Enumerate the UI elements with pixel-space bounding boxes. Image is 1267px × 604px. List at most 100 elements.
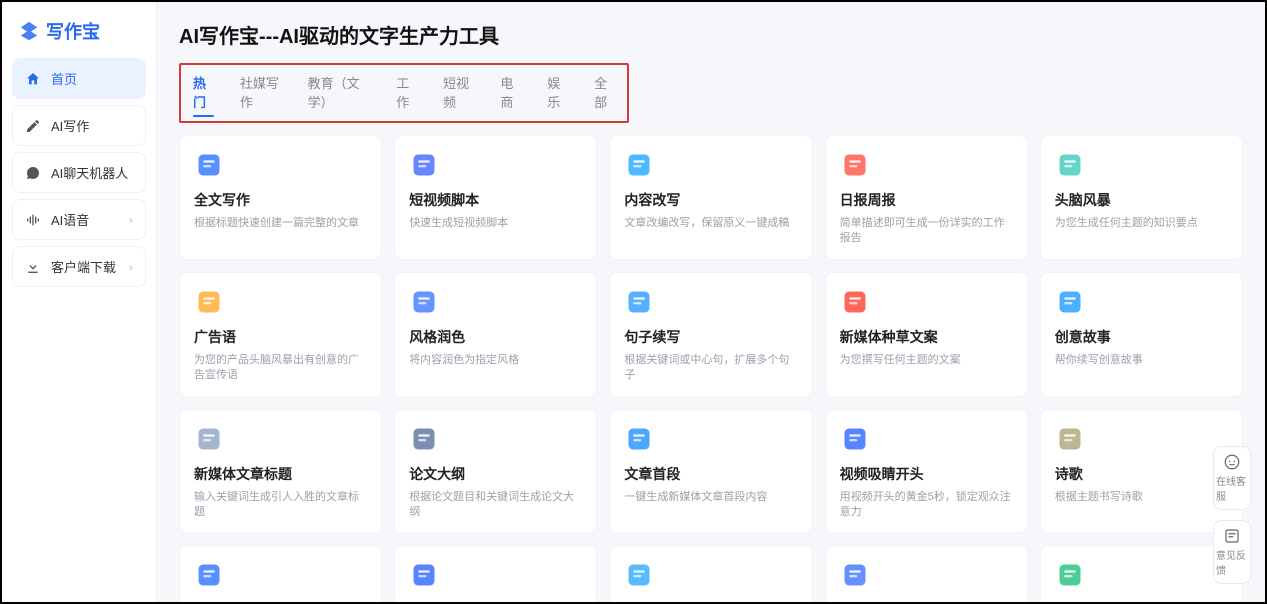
card-title: 新媒体种草文案 bbox=[840, 327, 1013, 347]
tab-7[interactable]: 全部 bbox=[594, 73, 615, 115]
card-icon bbox=[624, 287, 654, 317]
card-10[interactable]: 新媒体文章标题输入关键词生成引人入胜的文章标题 bbox=[179, 409, 382, 534]
float-btn-label: 在线客服 bbox=[1216, 473, 1248, 503]
card-desc: 简单描述即可生成一份详实的工作报告 bbox=[840, 216, 1013, 247]
card-icon bbox=[194, 150, 224, 180]
card-title: 创意故事 bbox=[1055, 327, 1228, 347]
card-title: 广告语 bbox=[194, 327, 367, 347]
card-desc: 帮你续写创意故事 bbox=[1055, 353, 1228, 368]
home-icon bbox=[25, 71, 41, 87]
card-3[interactable]: 日报周报简单描述即可生成一份详实的工作报告 bbox=[825, 135, 1028, 260]
logo[interactable]: 写作宝 bbox=[12, 10, 146, 58]
card-icon bbox=[840, 424, 870, 454]
card-13[interactable]: 视频吸睛开头用视频开头的黄金5秒，锁定观众注意力 bbox=[825, 409, 1028, 534]
sidebar-item-label: AI语音 bbox=[51, 210, 89, 229]
sidebar-item-label: 首页 bbox=[51, 69, 77, 88]
card-title: 头脑风暴 bbox=[1055, 190, 1228, 210]
card-1[interactable]: 短视频脚本快速生成短视频脚本 bbox=[394, 135, 597, 260]
float-btn-label: 意见反馈 bbox=[1216, 547, 1248, 577]
feedback-icon bbox=[1223, 527, 1241, 545]
tab-0[interactable]: 热门 bbox=[193, 73, 214, 115]
download-icon bbox=[25, 259, 41, 275]
card-icon bbox=[194, 560, 224, 590]
card-desc: 根据标题快速创建一篇完整的文章 bbox=[194, 216, 367, 231]
card-icon bbox=[624, 424, 654, 454]
card-15[interactable]: 论文摘要根据论文题目和关键词生成论文摘要 bbox=[179, 545, 382, 602]
card-icon bbox=[409, 424, 439, 454]
card-desc: 为您撰写任何主题的文案 bbox=[840, 353, 1013, 368]
card-9[interactable]: 创意故事帮你续写创意故事 bbox=[1040, 272, 1243, 397]
pencil-icon bbox=[25, 118, 41, 134]
headset-icon bbox=[1223, 453, 1241, 471]
card-icon bbox=[194, 287, 224, 317]
card-title: 视频吸睛开头 bbox=[840, 464, 1013, 484]
float-btn-0[interactable]: 在线客服 bbox=[1213, 446, 1251, 510]
card-desc: 根据关键词或中心句，扩展多个句子 bbox=[624, 353, 797, 384]
card-12[interactable]: 文章首段一键生成新媒体文章首段内容 bbox=[609, 409, 812, 534]
tab-2[interactable]: 教育（文学） bbox=[308, 73, 371, 115]
card-icon bbox=[194, 424, 224, 454]
sidebar-item-0[interactable]: 首页 bbox=[12, 58, 146, 99]
card-icon bbox=[1055, 287, 1085, 317]
card-desc: 一键生成新媒体文章首段内容 bbox=[624, 490, 797, 505]
card-4[interactable]: 头脑风暴为您生成任何主题的知识要点 bbox=[1040, 135, 1243, 260]
card-icon bbox=[840, 287, 870, 317]
tab-6[interactable]: 娱乐 bbox=[547, 73, 568, 115]
main: AI写作宝---AI驱动的文字生产力工具 热门社媒写作教育（文学）工作短视频电商… bbox=[157, 2, 1265, 602]
card-16[interactable]: 短视频脚本大纲生成VLOG、口播稿等短视频的拍摄大纲 bbox=[394, 545, 597, 602]
card-desc: 为您的产品头脑风暴出有创意的广告宣传语 bbox=[194, 353, 367, 384]
logo-text: 写作宝 bbox=[46, 18, 100, 44]
sidebar-item-label: AI写作 bbox=[51, 116, 89, 135]
tab-4[interactable]: 短视频 bbox=[443, 73, 474, 115]
card-icon bbox=[409, 150, 439, 180]
card-icon bbox=[1055, 150, 1085, 180]
card-6[interactable]: 风格润色将内容润色为指定风格 bbox=[394, 272, 597, 397]
sidebar-item-3[interactable]: AI语音› bbox=[12, 199, 146, 240]
sidebar-item-1[interactable]: AI写作 bbox=[12, 105, 146, 146]
sidebar-item-label: 客户端下载 bbox=[51, 257, 116, 276]
card-icon bbox=[409, 560, 439, 590]
logo-icon bbox=[18, 20, 40, 42]
card-17[interactable]: 人物塑造为你故事中的角色塑造一个丰满的人物形象 bbox=[609, 545, 812, 602]
card-desc: 为您生成任何主题的知识要点 bbox=[1055, 216, 1228, 231]
float-btn-1[interactable]: 意见反馈 bbox=[1213, 520, 1251, 584]
card-11[interactable]: 论文大纲根据论文题目和关键词生成论文大纲 bbox=[394, 409, 597, 534]
card-8[interactable]: 新媒体种草文案为您撰写任何主题的文案 bbox=[825, 272, 1028, 397]
card-icon bbox=[1055, 560, 1085, 590]
card-title: 文章首段 bbox=[624, 464, 797, 484]
card-0[interactable]: 全文写作根据标题快速创建一篇完整的文章 bbox=[179, 135, 382, 260]
sidebar-item-label: AI聊天机器人 bbox=[51, 163, 128, 182]
tab-3[interactable]: 工作 bbox=[396, 73, 417, 115]
card-grid: 全文写作根据标题快速创建一篇完整的文章短视频脚本快速生成短视频脚本内容改写文章改… bbox=[179, 135, 1243, 602]
card-desc: 快速生成短视频脚本 bbox=[409, 216, 582, 231]
card-title: 短视频脚本大纲 bbox=[409, 600, 582, 602]
chevron-right-icon: › bbox=[129, 260, 133, 274]
card-desc: 文章改编改写，保留原义一键成稿 bbox=[624, 216, 797, 231]
card-title: 新媒体文章标题 bbox=[194, 464, 367, 484]
card-title: 论文大纲 bbox=[409, 464, 582, 484]
card-desc: 将内容润色为指定风格 bbox=[409, 353, 582, 368]
tab-1[interactable]: 社媒写作 bbox=[240, 73, 282, 115]
card-icon bbox=[409, 287, 439, 317]
card-2[interactable]: 内容改写文章改编改写，保留原义一键成稿 bbox=[609, 135, 812, 260]
card-title: 内容改写 bbox=[624, 190, 797, 210]
card-title: 视频内容灵感 bbox=[840, 600, 1013, 602]
audio-icon bbox=[25, 212, 41, 228]
float-buttons: 在线客服意见反馈 bbox=[1213, 446, 1251, 584]
sidebar-item-2[interactable]: AI聊天机器人 bbox=[12, 152, 146, 193]
card-title: 日报周报 bbox=[840, 190, 1013, 210]
card-title: 论文摘要 bbox=[194, 600, 367, 602]
card-title: 取名神器 bbox=[1055, 600, 1228, 602]
tab-5[interactable]: 电商 bbox=[500, 73, 521, 115]
card-icon bbox=[624, 560, 654, 590]
card-desc: 输入关键词生成引人入胜的文章标题 bbox=[194, 490, 367, 521]
sidebar-item-4[interactable]: 客户端下载 › bbox=[12, 246, 146, 287]
card-5[interactable]: 广告语为您的产品头脑风暴出有创意的广告宣传语 bbox=[179, 272, 382, 397]
card-icon bbox=[624, 150, 654, 180]
card-title: 诗歌 bbox=[1055, 464, 1228, 484]
card-7[interactable]: 句子续写根据关键词或中心句，扩展多个句子 bbox=[609, 272, 812, 397]
chat-icon bbox=[25, 165, 41, 181]
card-icon bbox=[840, 150, 870, 180]
sidebar: 写作宝 首页 AI写作 AI聊天机器人 AI语音› 客户端下载 › bbox=[2, 2, 157, 602]
card-18[interactable]: 视频内容灵感哪些点拍视频？让AI写作宝来提供灵感 bbox=[825, 545, 1028, 602]
